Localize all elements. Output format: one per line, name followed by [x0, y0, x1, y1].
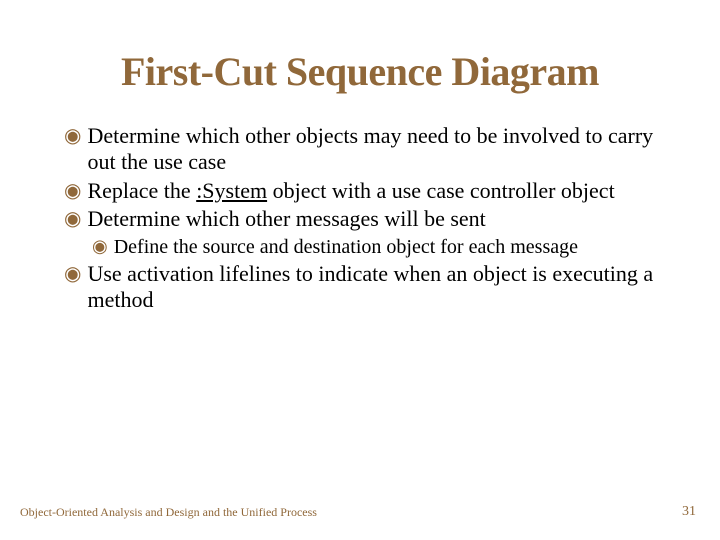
- slide-title: First-Cut Sequence Diagram: [64, 48, 656, 95]
- bullet-text: Use activation lifelines to indicate whe…: [87, 261, 656, 314]
- list-item: ◉ Determine which other messages will be…: [64, 206, 656, 232]
- bullet-icon: ◉: [64, 206, 81, 232]
- bullet-icon: ◉: [64, 123, 81, 176]
- list-item: ◉ Determine which other objects may need…: [64, 123, 656, 176]
- page-number: 31: [682, 504, 696, 520]
- footer-text: Object-Oriented Analysis and Design and …: [20, 505, 317, 520]
- bullet-text: Determine which other objects may need t…: [87, 123, 656, 176]
- list-item: ◉ Use activation lifelines to indicate w…: [64, 261, 656, 314]
- bullet-text: Define the source and destination object…: [114, 235, 656, 259]
- text-prefix: Replace the: [87, 178, 196, 203]
- bullet-list: ◉ Determine which other objects may need…: [64, 123, 656, 313]
- list-item: ◉ Replace the :System object with a use …: [64, 178, 656, 204]
- text-suffix: object with a use case controller object: [267, 178, 615, 203]
- bullet-text: Replace the :System object with a use ca…: [87, 178, 656, 204]
- bullet-icon: ◉: [92, 235, 108, 259]
- bullet-icon: ◉: [64, 178, 81, 204]
- bullet-text: Determine which other messages will be s…: [87, 206, 656, 232]
- underlined-text: :System: [196, 178, 267, 203]
- list-sub-item: ◉ Define the source and destination obje…: [92, 235, 656, 259]
- bullet-icon: ◉: [64, 261, 81, 314]
